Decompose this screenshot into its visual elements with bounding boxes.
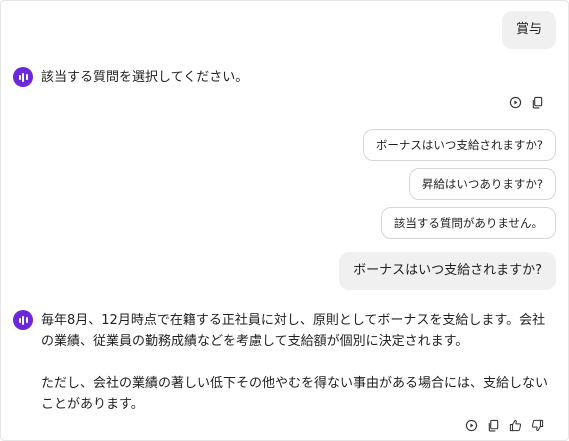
thumbs-up-icon[interactable] [508,418,522,432]
audio-waveform-icon [13,310,33,330]
bot-message-paragraph: 該当する質問を選択してください。 [41,70,249,85]
chip-label: 該当する質問がありません。 [393,216,543,230]
user-message-text: ボーナスはいつ支給されますか? [353,263,542,278]
bot-message-text: 該当する質問を選択してください。 [41,67,554,88]
chip-label: ボーナスはいつ支給されますか? [375,138,543,152]
bot-message: 該当する質問を選択してください。 [13,67,554,88]
bot-message-paragraph: ただし、会社の業績の著しい低下その他やむを得ない事由がある場合には、支給しないこ… [41,376,549,412]
bot-message: 毎年8月、12月時点で在籍する正社員に対し、原則としてボーナスを支給します。会社… [13,310,554,415]
message-actions [508,95,544,109]
audio-waveform-icon [13,67,33,87]
suggested-question-chip[interactable]: 該当する質問がありません。 [380,207,556,239]
play-icon[interactable] [464,418,478,432]
chat-window: 賞与 該当する質問を選択してください。 ボーナスはいつ支給されますか? 昇給はい… [0,0,569,441]
bot-message-paragraph: 毎年8月、12月時点で在籍する正社員に対し、原則としてボーナスを支給します。会社… [41,313,546,349]
suggested-question-chip[interactable]: 昇給はいつありますか? [408,168,556,200]
bot-message-text: 毎年8月、12月時点で在籍する正社員に対し、原則としてボーナスを支給します。会社… [41,310,554,415]
suggested-question-chip[interactable]: ボーナスはいつ支給されますか? [362,129,556,161]
copy-icon[interactable] [486,418,500,432]
user-message-bubble: 賞与 [501,11,556,49]
message-actions [464,418,544,432]
chip-label: 昇給はいつありますか? [421,177,543,191]
thumbs-down-icon[interactable] [530,418,544,432]
user-message-bubble: ボーナスはいつ支給されますか? [339,252,556,290]
copy-icon[interactable] [530,95,544,109]
user-message-text: 賞与 [515,22,542,37]
play-icon[interactable] [508,95,522,109]
